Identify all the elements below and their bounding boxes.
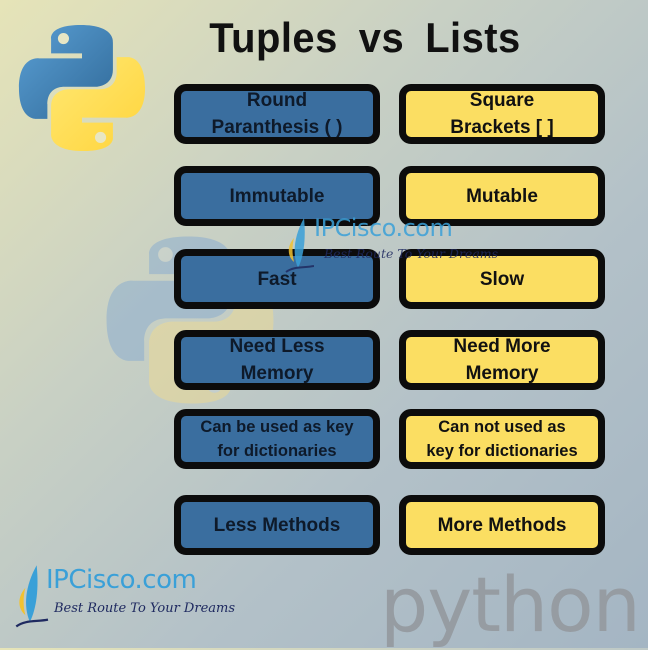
sailboat-icon (285, 218, 314, 273)
python-wordmark: python (380, 560, 641, 649)
tuple-box-syntax: Round Paranthesis ( ) (174, 84, 380, 144)
list-box-memory: Need More Memory (399, 330, 605, 390)
footer-brand-name: IPCisco.com (46, 565, 197, 595)
page-title: Tuples vs Lists (209, 14, 521, 61)
tuple-memory-line2: Memory (240, 363, 314, 384)
tuple-dict-key-line2: for dictionaries (217, 442, 337, 460)
tuple-mutability-text: Immutable (229, 185, 325, 207)
footer-tagline: Best Route To Your Dreams (54, 601, 236, 616)
list-mutability-text: Mutable (466, 185, 538, 207)
list-syntax-line2: Brackets [ ] (450, 117, 554, 138)
list-box-syntax: Square Brackets [ ] (399, 84, 605, 144)
list-methods-text: More Methods (437, 514, 567, 536)
tuple-syntax-line2: Paranthesis ( ) (211, 117, 343, 138)
list-syntax-line1: Square (469, 90, 535, 111)
list-dict-key-line2: key for dictionaries (426, 442, 578, 460)
list-box-methods: More Methods (399, 495, 605, 555)
watermark-tagline: Best Route To Your Dreams (324, 246, 499, 261)
tuple-box-memory: Need Less Memory (174, 330, 380, 390)
tuple-syntax-line1: Round (246, 90, 308, 111)
list-box-dict-key: Can not used as key for dictionaries (399, 409, 605, 469)
list-memory-line2: Memory (465, 363, 539, 384)
tuple-methods-text: Less Methods (213, 514, 341, 536)
watermark-brand-name: IPCisco.com (314, 214, 453, 242)
list-dict-key-line1: Can not used as (438, 418, 566, 436)
list-memory-line1: Need More (453, 336, 551, 357)
tuple-box-methods: Less Methods (174, 495, 380, 555)
tuple-memory-line1: Need Less (229, 336, 325, 357)
list-speed-text: Slow (479, 268, 525, 290)
tuple-dict-key-line1: Can be used as key (200, 418, 354, 436)
python-logo-icon (18, 24, 146, 152)
tuple-box-dict-key: Can be used as key for dictionaries (174, 409, 380, 469)
